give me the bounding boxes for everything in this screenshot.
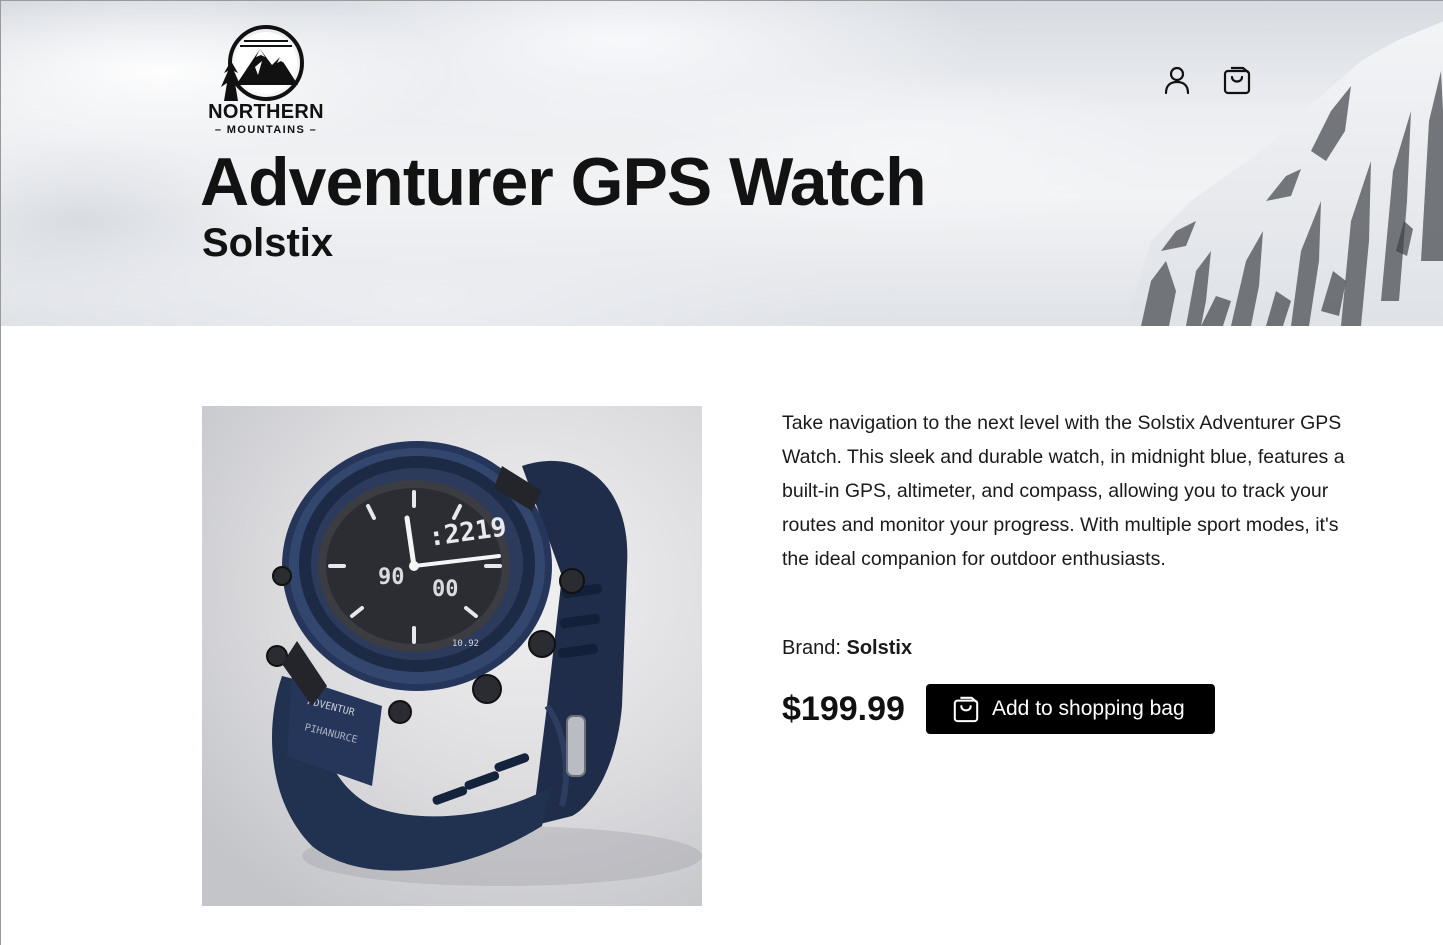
shopping-bag-icon[interactable] [1222,64,1252,96]
brand-value: Solstix [846,637,913,659]
brand-label: Brand: [782,637,847,659]
product-maker: Solstix [202,221,334,265]
product-title: Adventurer GPS Watch [200,144,927,220]
shopping-bag-icon [953,696,979,723]
page: NORTHERN – MOUNTAINS – Adventurer GPS Wa… [0,0,1443,945]
watch-bezel-text: 10.92 [452,639,479,649]
add-to-bag-button[interactable]: Add to shopping bag [926,684,1215,734]
logo-line-2-text: MOUNTAINS [226,124,306,136]
user-icon[interactable] [1162,64,1192,96]
logo-line-2: – MOUNTAINS – [214,124,318,136]
add-to-bag-label: Add to shopping bag [992,697,1185,720]
product-image: ADVENTUR PIHANURCE:2219 90 00 10.92 [202,406,702,906]
product-price: $199.99 [782,690,905,728]
brand-row: Brand: Solstix [782,631,912,665]
logo-line-1: NORTHERN [208,101,324,123]
logo-wordmark: NORTHERN – MOUNTAINS – [200,101,332,137]
watch-image: ADVENTUR PIHANURCE:2219 90 00 10.92 [266,441,702,886]
watch-dial-text-1: 90 [378,565,405,590]
product-description: Take navigation to the next level with t… [782,412,1345,570]
hero-banner: NORTHERN – MOUNTAINS – Adventurer GPS Wa… [1,1,1443,326]
watch-dial-text-2: 00 [432,577,459,602]
